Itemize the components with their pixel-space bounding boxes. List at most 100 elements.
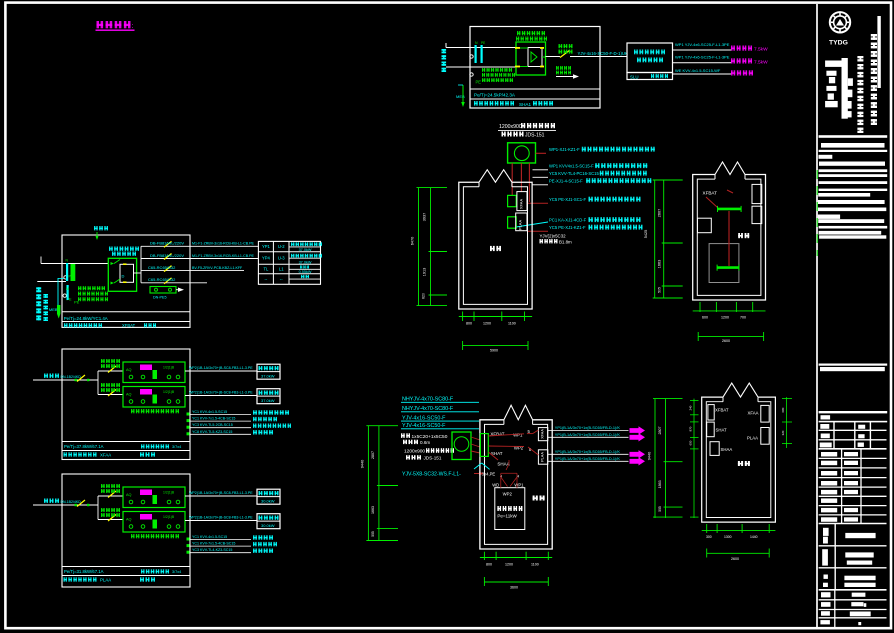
svg-text:TL: TL [263, 267, 269, 272]
svg-text:Pe/Tj=31.8kW/67.1A: Pe/Tj=31.8kW/67.1A [64, 569, 104, 574]
svg-text:7.5kW: 7.5kW [754, 47, 768, 53]
svg-text:YJV-4x16-SC50-F: YJV-4x16-SC50-F [402, 415, 446, 421]
svg-text:YC3 KVV-TL4-KZ3-SC15: YC3 KVV-TL4-KZ3-SC15 [192, 548, 232, 552]
svg-text::: : [132, 23, 134, 30]
svg-text:BV-F5-ZRVV-PCB-KBZ-L1.KFF: BV-F5-ZRVV-PCB-KBZ-L1.KFF [192, 266, 243, 270]
svg-text:YC1 KVV-4x1.5-SC15: YC1 KVV-4x1.5-SC15 [192, 535, 227, 539]
svg-text:WD: WD [492, 482, 499, 487]
svg-text:WP2(1B-1A/3x70+(B-SC8-FB3-L1-3: WP2(1B-1A/3x70+(B-SC8-FB3-L1-3.PE [189, 366, 253, 370]
svg-text:1200: 1200 [483, 322, 491, 326]
svg-text:2807: 2807 [658, 427, 662, 435]
svg-text:YJV-4x16-SC50-F: YJV-4x16-SC50-F [402, 423, 446, 429]
svg-text:YP1: YP1 [262, 244, 271, 249]
svg-text:WE KVV-4x1.5-SC15-WF: WE KVV-4x1.5-SC15-WF [675, 68, 721, 73]
svg-text:M1-F1-ZRBV-3x16-RCB-KB-L1-CB.P: M1-F1-ZRBV-3x16-RCB-KB-L1-CB.PE [192, 242, 255, 246]
svg-text:WP2: WP2 [503, 491, 513, 496]
svg-text:1200x900: 1200x900 [499, 124, 522, 130]
svg-text:1863: 1863 [658, 480, 662, 488]
svg-text:505: 505 [658, 506, 662, 512]
svg-text:AQ: AQ [126, 518, 132, 522]
svg-text:6470: 6470 [411, 237, 415, 245]
svg-text:DN-1B2/4KD: DN-1B2/4KD [61, 375, 82, 379]
svg-text:Pe=11kW: Pe=11kW [497, 514, 517, 519]
svg-text:U-3: U-3 [278, 256, 285, 261]
svg-text:1663: 1663 [658, 260, 662, 268]
svg-text:3/7x4: 3/7x4 [172, 570, 181, 574]
svg-text:PLAA: PLAA [747, 436, 758, 441]
svg-text:9440: 9440 [360, 460, 364, 468]
svg-text:SHAA: SHAA [721, 447, 733, 452]
svg-text:37.0kW: 37.0kW [261, 398, 275, 403]
svg-text:600: 600 [702, 316, 708, 320]
svg-text:2807: 2807 [371, 451, 375, 459]
svg-text:NHYJV-4x70-SC80-F: NHYJV-4x70-SC80-F [402, 397, 454, 403]
svg-text:PLAA: PLAA [540, 452, 544, 462]
svg-text:DB-FB83/WL/220V: DB-FB83/WL/220V [150, 241, 184, 246]
svg-text:1100: 1100 [531, 563, 539, 567]
svg-text:WP1 KVV4x1.5-SC15-F: WP1 KVV4x1.5-SC15-F [549, 163, 594, 168]
svg-text:Pe/Tj=37.8kW/67.1A: Pe/Tj=37.8kW/67.1A [64, 444, 104, 449]
svg-text:XFAA: XFAA [748, 411, 759, 416]
svg-text:1/2(1)B: 1/2(1)B [163, 491, 175, 495]
svg-text:YJV(2)x5C32: YJV(2)x5C32 [540, 234, 567, 239]
svg-text:1/2(1)B: 1/2(1)B [163, 515, 175, 519]
svg-text:XFBAT: XFBAT [715, 408, 729, 413]
svg-text:700: 700 [740, 316, 746, 320]
svg-text:3600: 3600 [510, 586, 518, 590]
svg-text:1300: 1300 [724, 535, 732, 539]
svg-text:PE: PE [476, 80, 482, 85]
svg-text:3937: 3937 [423, 213, 427, 221]
svg-text:650: 650 [689, 440, 693, 445]
svg-text:5900: 5900 [490, 349, 498, 353]
svg-text:1/2(1)B: 1/2(1)B [163, 366, 175, 370]
svg-text:TYDG: TYDG [829, 40, 848, 47]
svg-text:YC8 KVV-TL5-KZ3-SC15: YC8 KVV-TL5-KZ3-SC15 [192, 430, 232, 434]
svg-text:0.6m: 0.6m [420, 440, 430, 445]
svg-text:WP2(1B-1A/3x70+(B-SC8-FB3-L1-3: WP2(1B-1A/3x70+(B-SC8-FB3-L1-3.PE [189, 491, 253, 495]
svg-text:XFAA: XFAA [100, 453, 111, 458]
svg-text:YP4: YP4 [262, 256, 271, 261]
svg-text:XFBAT: XFBAT [122, 323, 136, 328]
svg-text:NHYJV-4x70-SC80-F: NHYJV-4x70-SC80-F [402, 406, 454, 412]
svg-text:PE-XJ1-4-SC15-F: PE-XJ1-4-SC15-F [549, 178, 583, 183]
svg-text:XFAA: XFAA [518, 199, 523, 210]
svg-text:1200: 1200 [721, 316, 729, 320]
svg-text:2600: 2600 [731, 557, 739, 561]
svg-text:YP1(B-1A/3x70+1x(B-SC65/FB-D-1: YP1(B-1A/3x70+1x(B-SC65/FB-D-1)/K [555, 457, 621, 461]
svg-text:YC1 KVV-4x1.5-SC15: YC1 KVV-4x1.5-SC15 [192, 410, 227, 414]
svg-text:37.0kW: 37.0kW [261, 373, 275, 378]
svg-text:37.0kW: 37.0kW [299, 248, 312, 252]
svg-text:3x4,PE: 3x4,PE [482, 472, 496, 477]
svg-text:YC5 PE-XJ1-KZ1-F: YC5 PE-XJ1-KZ1-F [549, 225, 586, 230]
svg-text:MEB: MEB [456, 94, 465, 99]
svg-text:U-2: U-2 [278, 244, 285, 249]
svg-text:0.55kW: 0.55kW [299, 270, 312, 274]
svg-text:Pe/Tj=24.5kP/42.3A: Pe/Tj=24.5kP/42.3A [474, 93, 516, 98]
svg-text:YP1(B-1A/3x70+1x(B-SC65/FB-D-1: YP1(B-1A/3x70+1x(B-SC65/FB-D-1)/K [555, 433, 621, 437]
svg-text:YP1(B-1A/3x70+1x(B-SC65/FB-D-1: YP1(B-1A/3x70+1x(B-SC65/FB-D-1)/K [555, 450, 621, 454]
svg-text:YC1 KVV-7x1.5-4CB-SC15: YC1 KVV-7x1.5-4CB-SC15 [192, 417, 235, 421]
svg-text:1/2(1)B: 1/2(1)B [163, 390, 175, 394]
svg-text:DN-1B2/4KD: DN-1B2/4KD [61, 500, 82, 504]
svg-text:37.0kW: 37.0kW [299, 260, 312, 264]
svg-text:Pe/Tj=24.8kW/YC1.4A: Pe/Tj=24.8kW/YC1.4A [64, 316, 108, 321]
svg-text:240: 240 [689, 405, 693, 410]
svg-text:YC5 KVV-TL4-PC16-SC15: YC5 KVV-TL4-PC16-SC15 [549, 171, 599, 176]
svg-text:SHAT: SHAT [716, 428, 728, 433]
svg-text:PE: PE [69, 275, 74, 279]
svg-text:SHA1: SHA1 [519, 102, 531, 107]
svg-text:800: 800 [466, 322, 472, 326]
svg-text:9440: 9440 [648, 452, 652, 460]
svg-text:WP2(1B-1A/3x70+(B-SC8-FB3-L1-3: WP2(1B-1A/3x70+(B-SC8-FB3-L1-3.PE [189, 391, 253, 395]
svg-text:M: M [66, 287, 69, 291]
svg-text:YP1(B-1A/3x70+1x(B-SC65/FB-D-1: YP1(B-1A/3x70+1x(B-SC65/FB-D-1)/K [555, 426, 621, 430]
svg-text:B1.8m: B1.8m [559, 239, 572, 244]
svg-text:1663: 1663 [371, 506, 375, 514]
svg-text:2607: 2607 [658, 209, 662, 217]
svg-text:620: 620 [422, 293, 426, 299]
svg-text:L1: L1 [279, 267, 284, 272]
svg-text:D: D [122, 274, 125, 279]
svg-text:7.5kW: 7.5kW [754, 59, 768, 65]
svg-text:XFAA: XFAA [540, 429, 544, 439]
svg-text:5425: 5425 [644, 230, 648, 238]
